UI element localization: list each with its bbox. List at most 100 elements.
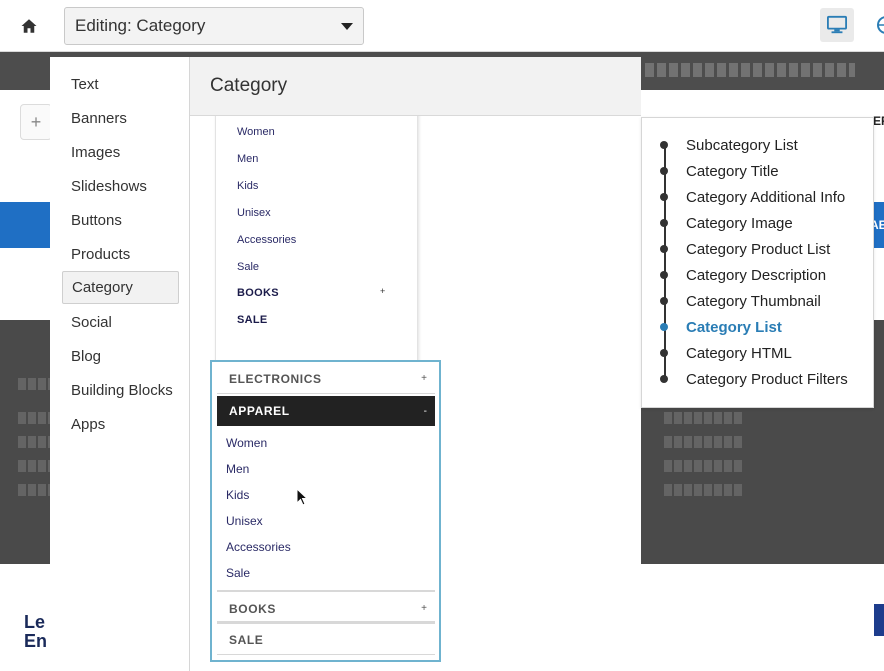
menu-item-category[interactable]: Category: [62, 271, 179, 304]
editor-panel: Text Banners Images Slideshows Buttons P…: [50, 57, 641, 671]
menu-item-images[interactable]: Images: [62, 136, 179, 169]
layout-item-category-description[interactable]: Category Description: [658, 265, 826, 285]
layout-item-label: Category Product Filters: [686, 370, 848, 388]
layout-item-category-list[interactable]: Category List: [658, 317, 782, 337]
footer-link: [18, 378, 50, 390]
list-item: Women: [237, 126, 275, 138]
category-sale-label: SALE: [229, 632, 264, 647]
site-logo-partial: Le En: [24, 612, 52, 653]
layout-item-label: Category Title: [686, 162, 779, 180]
timeline-dot: [660, 271, 668, 279]
category-sale: SALE: [217, 625, 435, 655]
layout-item-category-thumbnail[interactable]: Category Thumbnail: [658, 291, 821, 311]
collapse-icon: -: [423, 405, 427, 417]
expand-icon: +: [380, 286, 386, 296]
panel-title-text: Category: [210, 75, 288, 96]
footer-link: [18, 460, 50, 472]
layout-item-label: Category Image: [686, 214, 793, 232]
blue-banner-left: [0, 202, 52, 248]
menu-item-products[interactable]: Products: [62, 238, 179, 271]
panel-title: Category: [190, 57, 641, 116]
list-item: Women: [226, 436, 268, 450]
layout-item-label: Category HTML: [686, 344, 792, 362]
footer-link: [664, 484, 742, 496]
layout-item-category-additional-info[interactable]: Category Additional Info: [658, 187, 845, 207]
layout-item-subcategory-list[interactable]: Subcategory List: [658, 135, 798, 155]
language-button[interactable]: [872, 12, 884, 40]
svg-text:Le: Le: [24, 612, 45, 632]
layout-item-category-product-filters[interactable]: Category Product Filters: [658, 369, 848, 389]
list-item: Men: [226, 462, 250, 476]
mouse-cursor-icon: [296, 488, 308, 506]
layout-item-category-image[interactable]: Category Image: [658, 213, 793, 233]
list-item: Sale: [237, 261, 260, 273]
header-text-cut: ER: [873, 114, 884, 128]
category-books: BOOKS +: [217, 594, 435, 624]
block-previews: Women Men Kids Unisex Accessories Sale B…: [190, 116, 641, 671]
timeline-dot: [660, 349, 668, 357]
menu-item-buttons[interactable]: Buttons: [62, 204, 179, 237]
footer-link: [18, 412, 50, 424]
home-button[interactable]: [14, 12, 44, 40]
menu-item-slideshows[interactable]: Slideshows: [62, 170, 179, 203]
timeline-dot: [660, 167, 668, 175]
list-item: Accessories: [226, 540, 291, 554]
blue-button-partial: [874, 604, 884, 636]
divider: [217, 590, 435, 592]
timeline-dot: [660, 219, 668, 227]
category-list-preview-2[interactable]: ELECTRONICS + APPAREL - Women Men Kids U…: [210, 360, 441, 662]
layout-item-category-product-list[interactable]: Category Product List: [658, 239, 830, 259]
footer-link: [664, 436, 742, 448]
layout-item-label: Category Thumbnail: [686, 292, 821, 310]
category-electronics: ELECTRONICS +: [217, 364, 435, 394]
menu-item-apps[interactable]: Apps: [62, 408, 179, 441]
coupon-text-blurred: [645, 63, 855, 77]
menu-item-banners[interactable]: Banners: [62, 102, 179, 135]
layout-item-label: Category Additional Info: [686, 188, 846, 206]
divider: [217, 621, 435, 623]
editing-select-label: Editing: Category: [75, 16, 206, 35]
chevron-down-icon: [341, 23, 353, 30]
layout-item-label: Category List: [686, 318, 782, 336]
menu-item-text[interactable]: Text: [62, 68, 179, 101]
layout-item-label: Category Product List: [686, 240, 831, 258]
block-category-menu: Text Banners Images Slideshows Buttons P…: [50, 57, 190, 671]
list-item: Sale: [226, 566, 251, 580]
timeline-dot-active: [660, 323, 668, 331]
list-item: Kids: [226, 488, 250, 502]
menu-item-building-blocks[interactable]: Building Blocks: [62, 374, 179, 407]
add-block-icon[interactable]: +: [20, 104, 52, 140]
footer-link: [18, 484, 50, 496]
desktop-icon: [827, 15, 847, 34]
layout-item-category-html[interactable]: Category HTML: [658, 343, 792, 363]
page: + ER AE Le En E: [0, 0, 884, 671]
home-icon: [21, 19, 37, 33]
timeline-dot: [660, 193, 668, 201]
menu-item-social[interactable]: Social: [62, 306, 179, 339]
expand-icon: +: [421, 373, 427, 384]
desktop-view-button[interactable]: [820, 8, 854, 42]
category-apparel-label: APPAREL: [229, 404, 290, 418]
list-item: Kids: [237, 180, 259, 192]
logo-mark: Le En: [24, 612, 47, 651]
category-apparel: APPAREL -: [217, 396, 435, 426]
category-books: BOOKS: [237, 287, 279, 299]
layout-item-category-title[interactable]: Category Title: [658, 161, 779, 181]
timeline-dot: [660, 297, 668, 305]
category-layout-list: Subcategory List Category Title Category…: [641, 117, 874, 408]
timeline-dot: [660, 141, 668, 149]
footer-link: [664, 460, 742, 472]
menu-item-blog[interactable]: Blog: [62, 340, 179, 373]
list-item: Unisex: [237, 207, 271, 219]
list-item: Accessories: [237, 234, 297, 246]
expand-icon: +: [421, 603, 427, 614]
category-books-label: BOOKS: [229, 601, 277, 616]
editor-topbar: Editing: Category: [0, 0, 884, 52]
timeline-dot: [660, 245, 668, 253]
globe-icon: [877, 16, 884, 34]
layout-item-label: Subcategory List: [686, 136, 798, 154]
list-item: Unisex: [226, 514, 263, 528]
editing-page-select[interactable]: Editing: Category: [64, 7, 364, 45]
category-sale: SALE: [237, 314, 268, 326]
layout-item-label: Category Description: [686, 266, 827, 284]
